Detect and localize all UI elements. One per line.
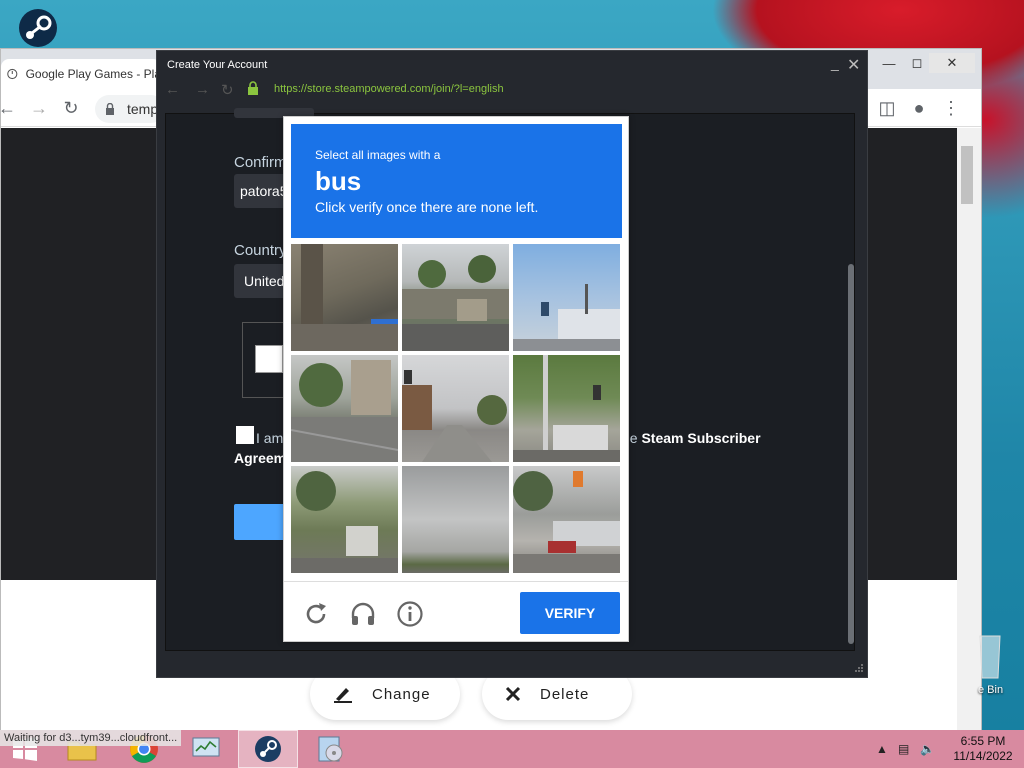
address-text: temp xyxy=(127,101,159,117)
volume-icon[interactable]: 🔈 xyxy=(920,742,935,756)
globe-icon xyxy=(7,68,18,80)
tile-image xyxy=(291,471,398,573)
lock-icon xyxy=(248,81,258,95)
country-label: Country xyxy=(234,242,287,259)
captcha-challenge: Select all images with a bus Click verif… xyxy=(283,116,629,642)
subscriber-agreement-link[interactable]: Steam Subscriber xyxy=(641,430,760,446)
captcha-target: bus xyxy=(315,166,362,196)
country-value: United xyxy=(244,273,285,289)
captcha-header: Select all images with a bus Click verif… xyxy=(291,124,622,238)
captcha-tile-4[interactable] xyxy=(291,355,398,462)
dialog-scrollbar[interactable] xyxy=(848,264,854,644)
forward-icon[interactable]: → xyxy=(29,98,49,118)
tab-title: Google Play Games - Pla xyxy=(25,67,161,81)
status-tooltip: Waiting for d3...tym39...cloudfront... xyxy=(0,730,182,746)
delete-label: Delete xyxy=(540,685,590,703)
headphones-icon[interactable] xyxy=(349,600,377,628)
show-hidden-icons-icon[interactable]: ▲ xyxy=(876,742,888,756)
captcha-image-grid xyxy=(291,244,622,574)
clock-date: 11/14/2022 xyxy=(953,749,1013,763)
tile-image xyxy=(402,255,509,351)
agree-text-left: I am xyxy=(256,430,284,446)
minimize-icon[interactable]: _ xyxy=(831,55,839,71)
close-icon[interactable]: ✕ xyxy=(929,53,975,73)
tile-image xyxy=(402,370,507,462)
captcha-tile-3[interactable] xyxy=(513,244,620,351)
agree-text-right: he Steam Subscriber xyxy=(622,430,761,446)
info-icon[interactable] xyxy=(396,600,424,628)
agree-checkbox[interactable] xyxy=(236,426,254,444)
steam-icon xyxy=(255,736,281,762)
browser-tab[interactable]: Google Play Games - Pla xyxy=(1,59,161,89)
confirm-email-value: patora5 xyxy=(240,183,288,199)
captcha-tile-8[interactable] xyxy=(402,466,509,573)
verify-button[interactable]: VERIFY xyxy=(520,592,620,634)
media-app-taskbar[interactable] xyxy=(300,730,360,768)
forward-icon[interactable]: → xyxy=(195,81,210,98)
dialog-title: Create Your Account xyxy=(167,59,268,71)
menu-icon[interactable]: ⋮ xyxy=(941,98,961,118)
lock-icon xyxy=(106,103,114,115)
x-icon xyxy=(505,686,521,702)
captcha-footer: VERIFY xyxy=(284,581,628,643)
back-icon[interactable]: ← xyxy=(0,98,17,118)
scroll-thumb[interactable] xyxy=(961,146,973,204)
monitor-icon xyxy=(192,737,220,757)
tile-image xyxy=(513,284,620,351)
address-bar[interactable]: temp xyxy=(95,95,165,123)
tile-image xyxy=(513,471,620,573)
captcha-tile-6[interactable] xyxy=(513,355,620,462)
captcha-tile-9[interactable] xyxy=(513,466,620,573)
recycle-bin-label: e Bin xyxy=(978,684,1004,696)
profile-icon[interactable]: ● xyxy=(909,98,929,118)
steam-url-bar: ← → ↻ https://store.steampowered.com/joi… xyxy=(157,77,867,101)
network-icon[interactable]: ▤ xyxy=(898,742,909,756)
agree-text-line2[interactable]: Agreem xyxy=(234,450,286,466)
recaptcha-checkbox[interactable] xyxy=(255,345,283,373)
captcha-tile-1[interactable] xyxy=(291,244,398,351)
back-icon[interactable]: ← xyxy=(165,81,180,98)
steam-desktop-icon[interactable] xyxy=(14,8,62,48)
system-clock[interactable]: 6:55 PM 11/14/2022 xyxy=(950,734,1016,764)
pen-icon xyxy=(334,688,352,703)
refresh-icon[interactable] xyxy=(302,600,330,628)
side-panel-icon[interactable]: ◫ xyxy=(877,98,897,118)
disc-icon xyxy=(318,736,343,762)
task-manager-taskbar[interactable] xyxy=(176,730,236,768)
captcha-tile-7[interactable] xyxy=(291,466,398,573)
tile-image xyxy=(291,244,398,351)
reload-icon[interactable]: ↻ xyxy=(221,81,234,99)
steam-taskbar[interactable] xyxy=(238,730,298,768)
change-label: Change xyxy=(372,685,431,703)
resize-grip-icon[interactable] xyxy=(854,663,864,673)
captcha-tile-5[interactable] xyxy=(402,355,509,462)
clock-time: 6:55 PM xyxy=(960,734,1006,748)
confirm-label: Confirm xyxy=(234,154,287,171)
captcha-instruction: Select all images with a xyxy=(315,148,441,162)
captcha-tile-2[interactable] xyxy=(402,244,509,351)
reload-icon[interactable]: ↻ xyxy=(61,98,81,118)
steam-url: https://store.steampowered.com/join/?l=e… xyxy=(274,83,504,95)
captcha-hint: Click verify once there are none left. xyxy=(315,199,539,215)
close-icon[interactable]: ✕ xyxy=(847,55,860,75)
tile-image xyxy=(291,360,398,462)
tile-image xyxy=(513,355,620,462)
